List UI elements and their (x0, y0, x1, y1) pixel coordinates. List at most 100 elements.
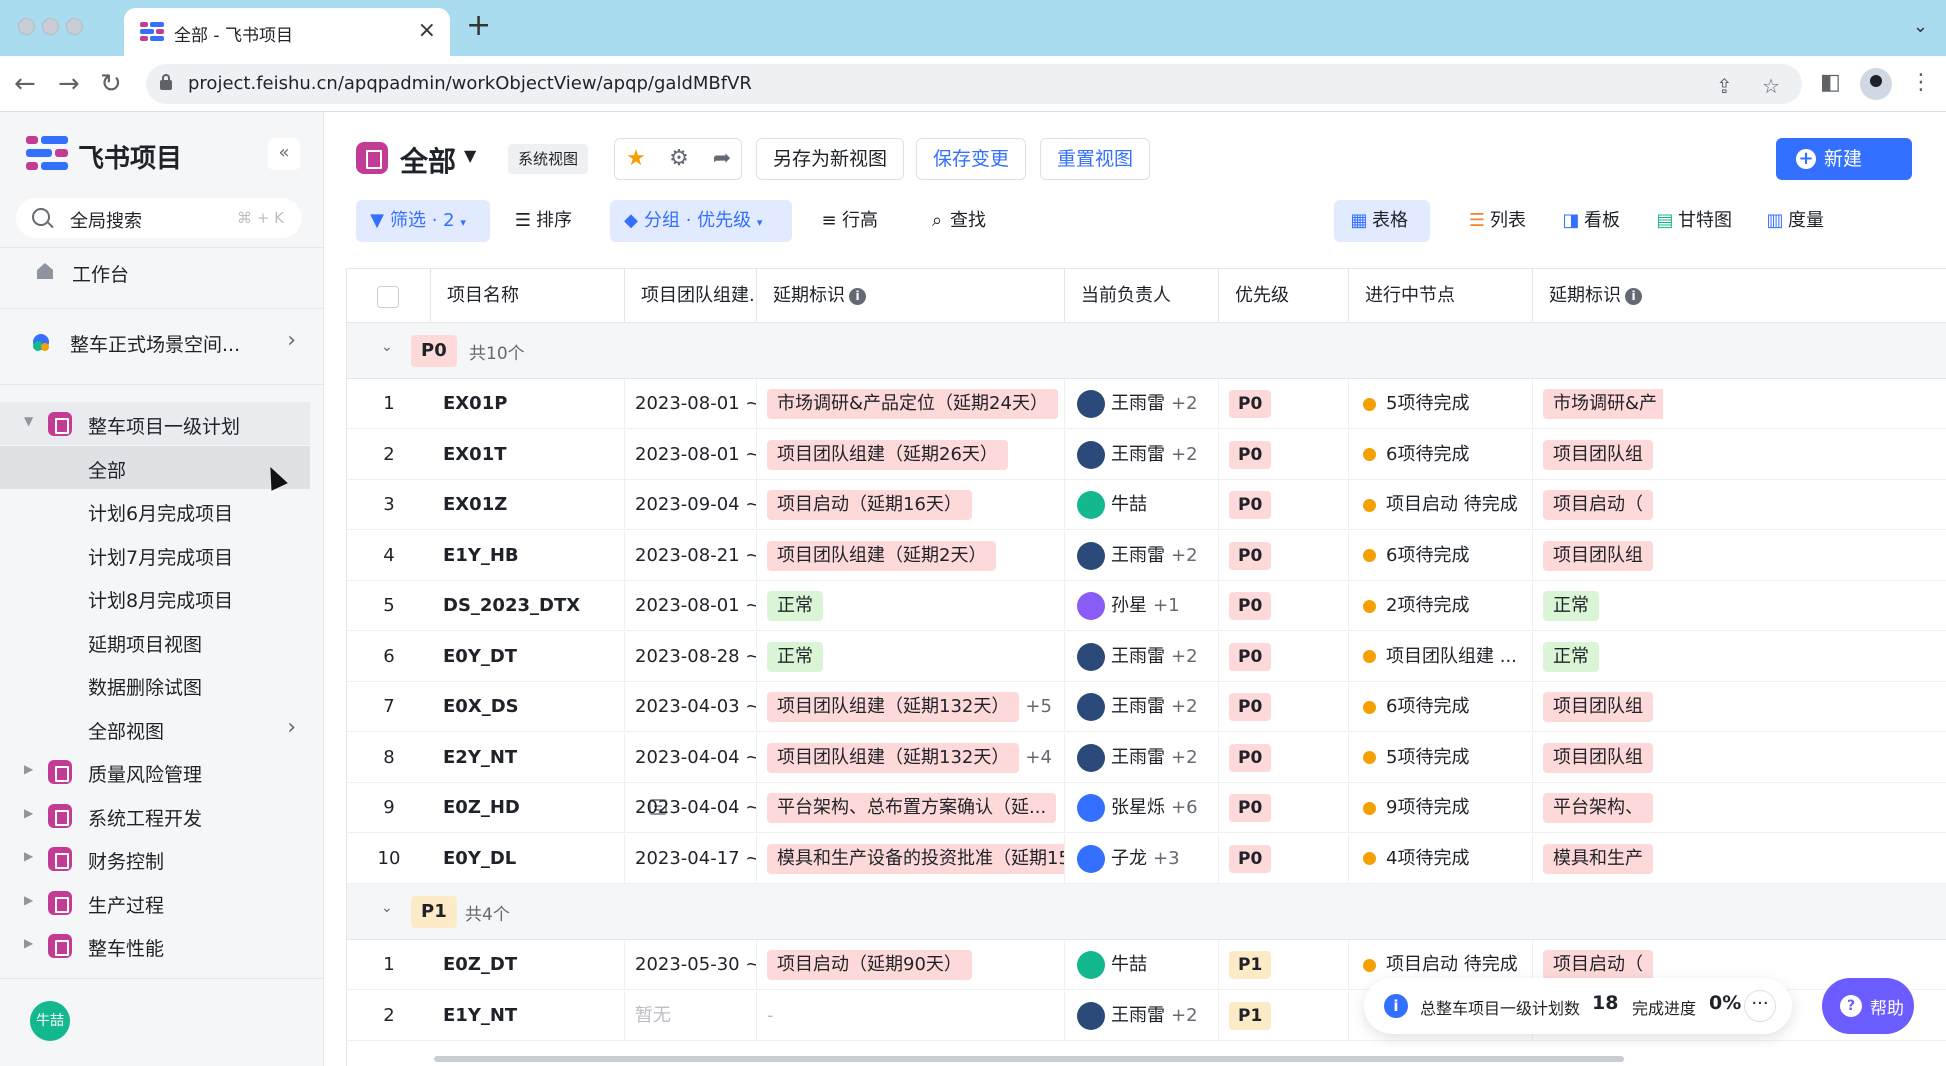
team-build-date[interactable]: 2023-04-04 ~... (625, 783, 757, 833)
delay-status-cell[interactable]: 项目启动（延期16天） (757, 480, 1065, 530)
delay-status-cell[interactable]: 市场调研&产品定位（延期24天） (757, 379, 1065, 429)
table-row[interactable]: 5 DS_2023_DTX2023-08-01 ~... 正常 孙星 +1 P0 2项待完成… (347, 581, 1946, 631)
view-tab-kanban[interactable]: ◨ 看板 (1548, 200, 1638, 242)
url-field[interactable]: project.feishu.cn/apqpadmin/workObjectVi… (146, 64, 1802, 104)
sidebar-tree-item[interactable]: ▶ 系统工程开发 (0, 794, 310, 837)
save-as-new-view-button[interactable]: 另存为新视图 (756, 138, 905, 180)
project-name[interactable]: E0Z_HD (431, 783, 625, 833)
project-name[interactable]: E2Y_NT (431, 732, 625, 783)
owner-cell[interactable]: 王雨雷 +2 (1065, 429, 1219, 480)
reset-view-button[interactable]: 重置视图 (1040, 138, 1151, 180)
info-icon[interactable]: i (1625, 287, 1642, 305)
column-header[interactable]: 优先级 (1219, 269, 1349, 323)
delay-status-cell[interactable]: 正常 (757, 631, 1065, 682)
sidebar-view-item[interactable]: 计划8月完成项目 (0, 576, 310, 619)
delay-status-cell[interactable]: 项目团队组建（延期132天） +5 (757, 682, 1065, 732)
team-build-date[interactable]: 2023-08-01 ~... (625, 581, 757, 631)
star-icon[interactable]: ★ (615, 139, 657, 179)
project-name[interactable]: E0Y_DL (431, 833, 625, 884)
tab-list-chevron-icon[interactable]: ⌄ (1913, 16, 1928, 37)
project-name[interactable]: EX01P (431, 379, 625, 429)
window-zoom-button[interactable] (66, 18, 83, 35)
delay-status-cell[interactable]: 项目启动（延期90天） (757, 940, 1065, 990)
horizontal-scrollbar[interactable] (434, 1056, 1624, 1062)
owner-cell[interactable]: 子龙 +3 (1065, 833, 1219, 884)
owner-cell[interactable]: 王雨雷 +2 (1065, 379, 1219, 429)
column-header[interactable]: 项目名称 (431, 269, 625, 323)
priority-cell[interactable]: P0 (1219, 732, 1349, 783)
select-all-checkbox[interactable] (377, 286, 399, 308)
sidebar-tree-item[interactable]: ▶ 质量风险管理 (0, 750, 310, 793)
sidebar-tree-item[interactable]: ▶ 整车性能 (0, 924, 310, 967)
caret-right-icon[interactable]: ▶ (24, 936, 33, 950)
caret-right-icon[interactable]: ▶ (24, 893, 33, 907)
space-switcher[interactable]: 整车正式场景空间... › (16, 316, 306, 370)
table-row[interactable]: 6 E0Y_DT2023-08-28 ~... 正常 王雨雷 +2 P0 项目团队组建 ..… (347, 631, 1946, 682)
active-node-cell[interactable]: 9项待完成 (1349, 783, 1533, 833)
priority-cell[interactable]: P0 (1219, 631, 1349, 682)
project-name[interactable]: DS_2023_DTX (431, 581, 625, 631)
column-header[interactable]: 延期标识 i (1533, 269, 1653, 323)
more-options-icon[interactable]: ··· (1744, 990, 1776, 1022)
team-build-date[interactable]: 2023-04-17 ~ ... (625, 833, 757, 884)
table-row[interactable]: 3 EX01Z2023-09-04 ~... 项目启动（延期16天） 牛喆 P0 项目启动… (347, 480, 1946, 530)
window-close-button[interactable] (18, 18, 35, 35)
collapse-group-icon[interactable]: ⌄ (381, 900, 393, 916)
delay-status-cell[interactable]: 模具和生产设备的投资批准（延期15... (757, 833, 1065, 884)
global-search[interactable]: 全局搜索 ⌘ + K (16, 198, 302, 238)
column-header[interactable]: 当前负责人 (1065, 269, 1219, 323)
delay-status-cell[interactable]: - (757, 990, 1065, 1041)
team-build-date[interactable]: 2023-04-04 ~... (625, 732, 757, 783)
owner-cell[interactable]: 牛喆 (1065, 480, 1219, 530)
delay-status-cell[interactable]: 项目团队组 (1533, 531, 1663, 581)
owner-cell[interactable]: 王雨雷 +2 (1065, 530, 1219, 581)
project-name[interactable]: E0X_DS (431, 682, 625, 732)
owner-cell[interactable]: 王雨雷 +2 (1065, 631, 1219, 682)
column-header[interactable]: 延期标识 i (757, 269, 1065, 323)
active-node-cell[interactable]: 6项待完成 (1349, 682, 1533, 732)
priority-cell[interactable]: P0 (1219, 379, 1349, 429)
forward-arrow-icon[interactable]: → (58, 70, 80, 98)
active-node-cell[interactable]: 6项待完成 (1349, 429, 1533, 480)
group-header[interactable]: ⌄ P0 共10个 (347, 323, 1946, 379)
priority-cell[interactable]: P0 (1219, 429, 1349, 480)
filter-button[interactable]: ▼ 筛选 · 2 ▾ (356, 200, 490, 242)
owner-cell[interactable]: 孙星 +1 (1065, 581, 1219, 631)
table-row[interactable]: 9E0Z_HD2023-04-04 ~...平台架构、总布置方案确认（延...+… (347, 783, 1946, 833)
table-row[interactable]: 1EX01P2023-08-01 ~...市场调研&产品定位（延期24天）王雨雷… (347, 379, 1946, 429)
active-node-cell[interactable]: 5项待完成 (1349, 379, 1533, 429)
collapse-sidebar-icon[interactable]: « (268, 138, 300, 170)
collapse-group-icon[interactable]: ⌄ (381, 339, 393, 355)
project-name[interactable]: EX01T (431, 429, 625, 480)
sidebar-view-item[interactable]: 全部 (0, 445, 310, 489)
owner-cell[interactable]: 王雨雷 +2 (1065, 990, 1219, 1041)
sidebar-tree-item[interactable]: ▼ 整车项目一级计划 (0, 402, 310, 445)
view-tab-gantt[interactable]: ▤ 甘特图 (1642, 200, 1752, 242)
user-avatar[interactable]: 牛喆 (30, 1001, 70, 1041)
active-node-cell[interactable]: 6项待完成 (1349, 530, 1533, 581)
column-header[interactable]: 进行中节点 (1349, 269, 1533, 323)
delay-status-cell[interactable]: 项目团队组 (1533, 733, 1663, 783)
priority-cell[interactable]: P0 (1219, 581, 1349, 631)
gear-icon[interactable]: ⚙ (658, 139, 700, 179)
delay-status-cell[interactable]: 正常 (1533, 632, 1663, 682)
priority-cell[interactable]: P0 (1219, 530, 1349, 581)
delay-status-cell[interactable]: 平台架构、总布置方案确认（延...+8 (757, 783, 1065, 833)
table-row[interactable]: 2 EX01T2023-08-01 ~... 项目团队组建（延期26天） 王雨雷 +2 P… (347, 429, 1946, 480)
save-changes-button[interactable]: 保存变更 (916, 138, 1027, 180)
back-arrow-icon[interactable]: ← (14, 70, 36, 98)
delay-status-cell[interactable]: 平台架构、 (1533, 783, 1663, 833)
priority-cell[interactable]: P0 (1219, 833, 1349, 884)
info-icon[interactable]: i (849, 287, 866, 305)
delay-status-cell[interactable]: 项目团队组建（延期26天） (757, 429, 1065, 480)
owner-cell[interactable]: 王雨雷 +2 (1065, 682, 1219, 732)
profile-avatar[interactable] (1860, 68, 1892, 100)
delay-status-cell[interactable]: 正常 (757, 581, 1065, 631)
delay-status-cell[interactable]: 项目团队组 (1533, 430, 1663, 480)
sidebar-view-item[interactable]: 计划7月完成项目 (0, 533, 310, 576)
active-node-cell[interactable]: 2项待完成 (1349, 581, 1533, 631)
tab-close-icon[interactable]: × (418, 18, 436, 43)
caret-right-icon[interactable]: ▶ (24, 849, 33, 863)
bookmark-star-icon[interactable]: ☆ (1762, 74, 1780, 98)
sidebar-view-item[interactable]: 计划6月完成项目 (0, 489, 310, 532)
